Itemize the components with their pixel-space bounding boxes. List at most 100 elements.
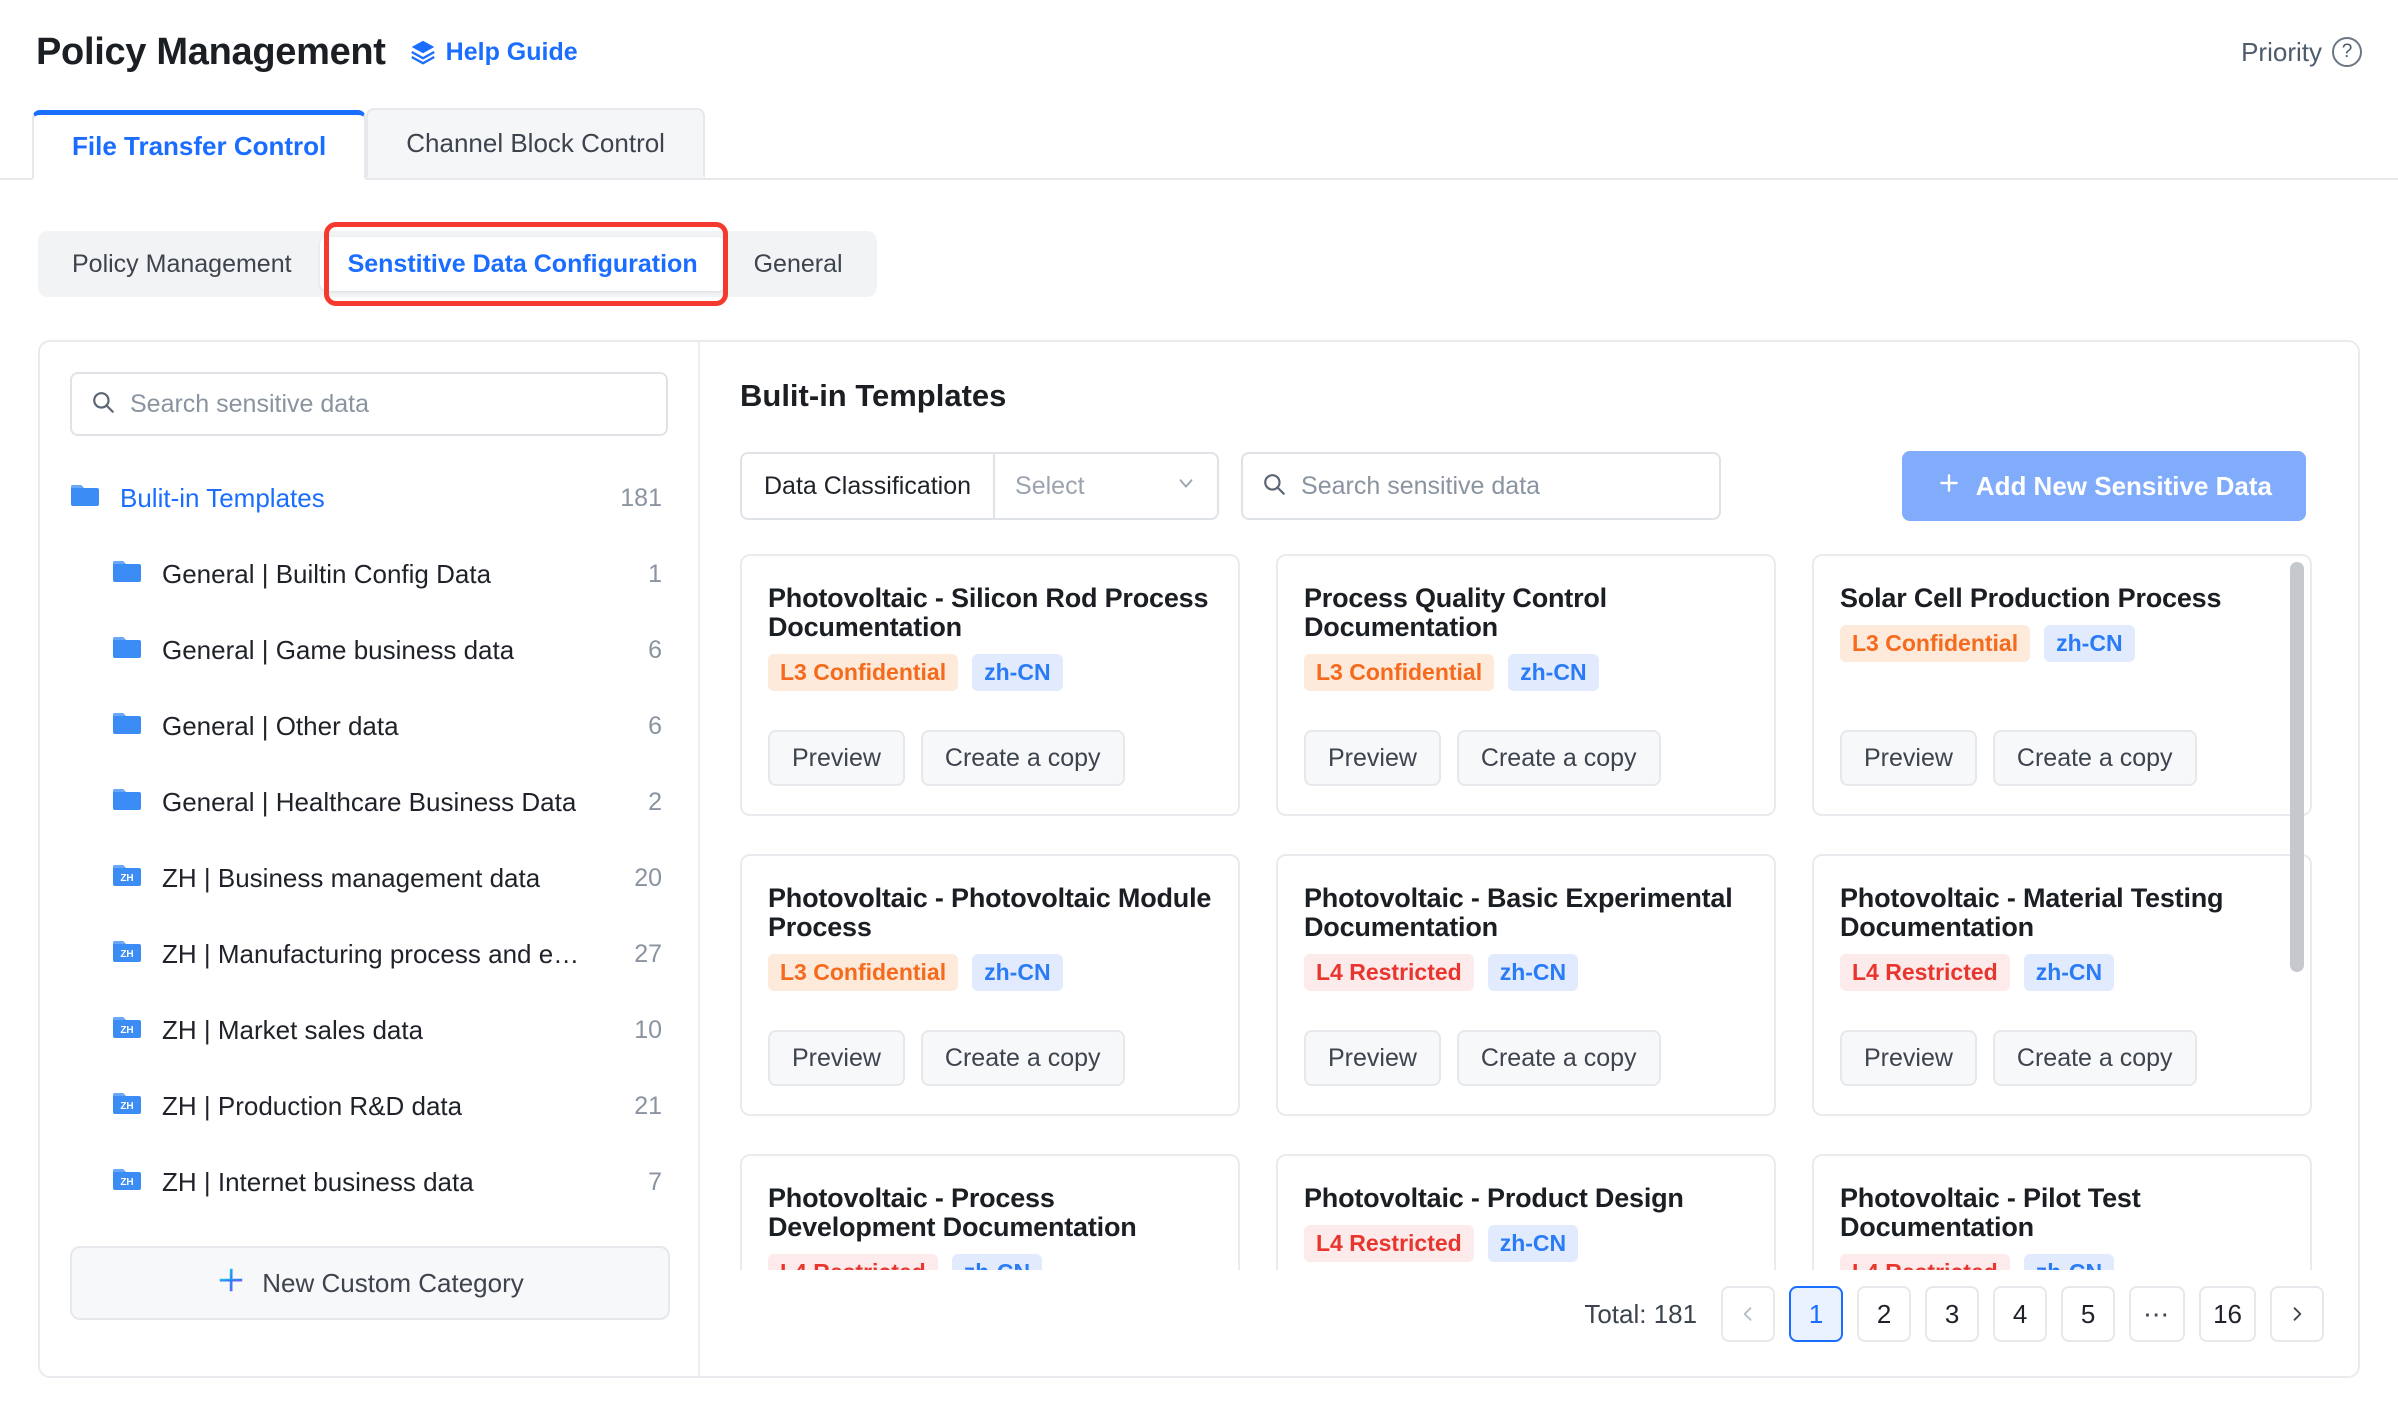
preview-button[interactable]: Preview [1304,1030,1441,1086]
create-a-copy-button[interactable]: Create a copy [920,730,1125,786]
template-card-actions: Preview Create a copy [1840,1030,2197,1086]
template-card-badges: L4 Restricted zh-CN [1304,954,1748,992]
create-a-copy-button[interactable]: Create a copy [1992,1030,2197,1086]
tree-item-count: 20 [634,863,662,892]
preview-button[interactable]: Preview [768,730,905,786]
template-card-grid: Photovoltaic - Silicon Rod Process Docum… [740,554,2312,1270]
content-search-input[interactable] [1301,471,1702,501]
pagination-next-button[interactable] [2270,1286,2324,1342]
priority-control[interactable]: Priority ? [2241,37,2362,68]
template-card[interactable]: Photovoltaic - Pilot Test Documentation … [1812,1154,2312,1270]
template-card-title: Photovoltaic - Photovoltaic Module Proce… [768,883,1212,943]
cards-scrollbar-thumb[interactable] [2290,562,2304,972]
folder-icon [112,787,142,818]
language-badge: zh-CN [972,654,1063,692]
svg-text:ZH: ZH [120,1177,133,1188]
language-badge: zh-CN [2023,954,2115,992]
tab-channel-block-control[interactable]: Channel Block Control [366,108,705,178]
tree-item-zh-market-sales-data[interactable]: ZH ZH | Market sales data 10 [70,992,668,1068]
tree-item-general-other-data[interactable]: General | Other data 6 [70,688,668,764]
create-a-copy-button[interactable]: Create a copy [1456,1030,1661,1086]
language-badge: zh-CN [2023,1254,2115,1270]
page-header: Policy Management Help Guide Priority ? [0,0,2398,104]
preview-button[interactable]: Preview [1840,730,1977,786]
sub-tab-bar: Policy Management Senstitive Data Config… [0,228,2398,300]
template-card[interactable]: Photovoltaic - Basic Experimental Docume… [1276,854,1776,1116]
preview-button[interactable]: Preview [1840,1030,1977,1086]
preview-button[interactable]: Preview [768,1030,905,1086]
help-guide-link[interactable]: Help Guide [408,37,578,67]
add-new-sensitive-data-button[interactable]: Add New Sensitive Data [1901,451,2306,521]
sidebar-search-box[interactable] [70,372,668,436]
template-card-badges: L4 Restricted zh-CN [1840,1254,2284,1270]
pagination: Total: 181 1 2 3 4 5 ⋯ 16 [1584,1286,2324,1342]
pagination-prev-button[interactable] [1721,1286,1776,1342]
template-card[interactable]: Photovoltaic - Silicon Rod Process Docum… [740,554,1240,816]
add-button-label: Add New Sensitive Data [1975,470,2272,501]
pagination-page-16[interactable]: 16 [2199,1286,2256,1342]
preview-button[interactable]: Preview [1304,730,1441,786]
pagination-page-5[interactable]: 5 [2061,1286,2116,1342]
tree-item-zh-business-management-data[interactable]: ZH ZH | Business management data 20 [70,840,668,916]
data-classification-label: Data Classification [742,454,996,518]
create-a-copy-button[interactable]: Create a copy [1992,730,2197,786]
subtab-general[interactable]: General [726,237,871,291]
pagination-page-4[interactable]: 4 [1993,1286,2048,1342]
template-card[interactable]: Photovoltaic - Material Testing Document… [1812,854,2312,1116]
content-search-box[interactable] [1241,452,1722,520]
classification-badge: L4 Restricted [1840,1254,2010,1270]
language-badge: zh-CN [1487,954,1579,992]
template-card-title: Photovoltaic - Pilot Test Documentation [1840,1183,2141,1243]
template-card[interactable]: Photovoltaic - Process Development Docum… [740,1154,1240,1270]
plus-icon [1936,470,1962,503]
sidebar-search-input[interactable] [130,389,648,419]
template-card-badges: L3 Confidential zh-CN [1304,654,1748,692]
template-card[interactable]: Process Quality Control Documentation L3… [1276,554,1776,816]
data-classification-select[interactable]: Select [995,454,1217,518]
subtab-policy-management[interactable]: Policy Management [44,237,320,291]
tree-item-general-game-business-data[interactable]: General | Game business data 6 [70,612,668,688]
top-tab-bar: File Transfer Control Channel Block Cont… [0,104,2398,180]
template-card-badges: L3 Confidential zh-CN [1840,625,2284,663]
template-card-badges: L3 Confidential zh-CN [768,954,1212,992]
tree-item-zh-manufacturing-process[interactable]: ZH ZH | Manufacturing process and e… 27 [70,916,668,992]
tree-item-zh-internet-business-data[interactable]: ZH ZH | Internet business data 7 [70,1144,668,1220]
pagination-page-1[interactable]: 1 [1789,1286,1844,1342]
tree-item-general-builtin-config-data[interactable]: General | Builtin Config Data 1 [70,536,668,612]
tree-item-label: General | Healthcare Business Data [162,786,577,817]
template-card[interactable]: Photovoltaic - Product Design L4 Restric… [1276,1154,1776,1270]
pagination-ellipsis[interactable]: ⋯ [2129,1286,2186,1342]
template-card-actions: Preview Create a copy [1304,730,1661,786]
folder-icon [112,635,142,666]
folder-icon [70,483,100,514]
pagination-page-2[interactable]: 2 [1857,1286,1912,1342]
tree-item-bulit-in-templates[interactable]: Bulit-in Templates 181 [70,460,668,536]
tree-item-label: ZH | Production R&D data [162,1090,463,1121]
search-icon [1261,471,1287,502]
tree-item-label: ZH | Market sales data [162,1014,424,1045]
zh-folder-icon: ZH [112,939,142,970]
tree-item-general-healthcare-business-data[interactable]: General | Healthcare Business Data 2 [70,764,668,840]
priority-label: Priority [2241,36,2322,67]
template-card-actions: Preview Create a copy [1304,1030,1661,1086]
help-guide-label: Help Guide [445,37,578,66]
question-circle-icon[interactable]: ? [2332,37,2362,67]
classification-badge: L4 Restricted [768,1254,938,1270]
template-card-badges: L4 Restricted zh-CN [1840,954,2284,992]
data-classification-filter[interactable]: Data Classification Select [740,452,1220,520]
tree-item-label: ZH | Internet business data [162,1166,474,1197]
tree-item-label: General | Other data [162,710,399,741]
classification-badge: L3 Confidential [768,654,959,692]
cards-scrollbar[interactable] [2290,562,2304,1262]
tab-file-transfer-control[interactable]: File Transfer Control [32,110,367,180]
create-a-copy-button[interactable]: Create a copy [1456,730,1661,786]
template-card[interactable]: Photovoltaic - Photovoltaic Module Proce… [740,854,1240,1116]
tree-item-zh-production-rd-data[interactable]: ZH ZH | Production R&D data 21 [70,1068,668,1144]
create-a-copy-button[interactable]: Create a copy [920,1030,1125,1086]
plus-icon [216,1265,246,1302]
template-card[interactable]: Solar Cell Production Process L3 Confide… [1812,554,2312,816]
tree-item-count: 181 [620,483,662,512]
subtab-sensitive-data-configuration[interactable]: Senstitive Data Configuration [319,237,726,291]
pagination-page-3[interactable]: 3 [1925,1286,1980,1342]
new-custom-category-button[interactable]: New Custom Category [70,1246,670,1320]
